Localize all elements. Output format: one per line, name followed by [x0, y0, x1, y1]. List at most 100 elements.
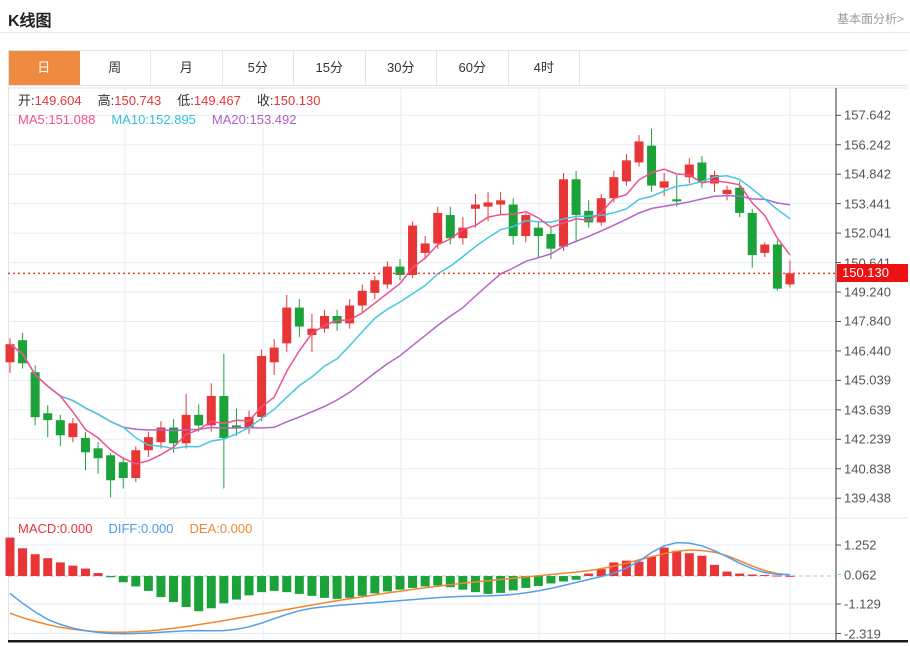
candle-body: [685, 165, 694, 178]
macd-bar: [534, 576, 543, 586]
page-title: K线图: [8, 7, 52, 31]
candle-body: [748, 213, 757, 255]
candle-body: [622, 160, 631, 181]
candle-body: [358, 291, 367, 306]
macd-bar: [56, 562, 65, 576]
candle-body: [81, 438, 90, 452]
bottom-time-axis-edge: [8, 640, 908, 643]
macd-bar: [647, 557, 656, 576]
macd-bar: [94, 573, 103, 576]
tab-period-5[interactable]: 30分: [366, 51, 438, 85]
macd-bar: [559, 576, 568, 581]
macd-bar: [219, 576, 228, 603]
macd-bar: [748, 575, 757, 576]
readout-item: DIFF:0.000: [108, 521, 173, 536]
candle-body: [521, 215, 530, 236]
macd-bar: [169, 576, 178, 602]
tab-period-3[interactable]: 5分: [223, 51, 295, 85]
macd-bar: [584, 574, 593, 576]
macd-bar: [307, 576, 316, 596]
readout-item: 收:150.130: [257, 93, 321, 108]
macd-bar: [106, 576, 115, 577]
candle-body: [760, 244, 769, 252]
axis-tick-label: 156.242: [844, 137, 891, 152]
fundamental-analysis-link[interactable]: 基本面分析>: [837, 10, 904, 27]
candle-body: [773, 244, 782, 288]
macd-bar: [735, 574, 744, 576]
candle-body: [446, 215, 455, 238]
candle-body: [710, 175, 719, 183]
candle-body: [697, 162, 706, 181]
axis-tick-label: 143.639: [844, 402, 891, 417]
tab-period-7[interactable]: 4时: [509, 51, 581, 85]
macd-bar: [697, 556, 706, 576]
macd-bar: [395, 576, 404, 590]
macd-bar: [446, 576, 455, 587]
axis-tick-label: 1.252: [844, 538, 877, 553]
kline-widget: K线图 基本面分析> 日周月5分15分30分60分4时 开:149.604高:1…: [0, 0, 910, 646]
macd-bar: [773, 576, 782, 577]
tab-period-4[interactable]: 15分: [294, 51, 366, 85]
macd-bar: [509, 576, 518, 590]
header-divider: [0, 32, 910, 33]
candle-body: [31, 372, 40, 417]
candle-body: [18, 340, 27, 363]
macd-bar: [433, 576, 442, 585]
candle-body: [345, 305, 354, 323]
tab-period-0[interactable]: 日: [8, 51, 80, 85]
axis-tick-label: 152.041: [844, 226, 891, 241]
macd-bar: [723, 572, 732, 576]
tab-period-6[interactable]: 60分: [437, 51, 509, 85]
macd-bar: [458, 576, 467, 590]
macd-bar: [496, 576, 505, 593]
dea-line: [10, 550, 790, 632]
macd-bar: [182, 576, 191, 607]
candle-body: [6, 344, 15, 362]
candle-body: [144, 437, 153, 450]
candle-body: [270, 348, 279, 363]
candle-body: [672, 199, 681, 201]
tab-period-1[interactable]: 周: [80, 51, 152, 85]
candle-body: [534, 228, 543, 236]
candle-body: [106, 455, 115, 480]
candle-body: [597, 198, 606, 222]
candlestick-chart-canvas: [0, 0, 910, 646]
axis-tick-label: 150.641: [844, 255, 891, 270]
macd-bar: [622, 561, 631, 576]
macd-bar: [685, 553, 694, 576]
macd-bar: [370, 576, 379, 593]
macd-bar: [546, 576, 555, 583]
diff-line: [10, 543, 790, 634]
candle-body: [660, 181, 669, 187]
macd-bar: [521, 576, 530, 588]
macd-bar: [345, 576, 354, 598]
macd-bar: [6, 538, 15, 576]
readout-item: 低:149.467: [177, 93, 241, 108]
axis-tick-label: 142.239: [844, 432, 891, 447]
macd-bar: [81, 569, 90, 576]
candle-body: [182, 415, 191, 443]
macd-bar: [207, 576, 216, 608]
axis-tick-label: 0.062: [844, 567, 877, 582]
period-tabbar: 日周月5分15分30分60分4时: [8, 50, 908, 86]
macd-bar: [408, 576, 417, 588]
candle-body: [509, 205, 518, 237]
macd-bar: [43, 558, 52, 576]
candle-body: [156, 428, 165, 443]
readout-item: MACD:0.000: [18, 521, 92, 536]
candle-body: [43, 413, 52, 420]
macd-bar: [68, 566, 77, 576]
axis-tick-label: 153.441: [844, 196, 891, 211]
readout-item: MA20:153.492: [212, 112, 297, 127]
readout-item: 开:149.604: [18, 93, 82, 108]
readout-item: MA5:151.088: [18, 112, 95, 127]
candle-body: [119, 462, 128, 478]
macd-bar: [156, 576, 165, 597]
candle-body: [194, 415, 203, 426]
candle-body: [257, 356, 266, 417]
tab-period-2[interactable]: 月: [151, 51, 223, 85]
macd-bar: [119, 576, 128, 582]
candle-body: [245, 417, 254, 428]
macd-bar: [333, 576, 342, 599]
macd-bar: [484, 576, 493, 594]
